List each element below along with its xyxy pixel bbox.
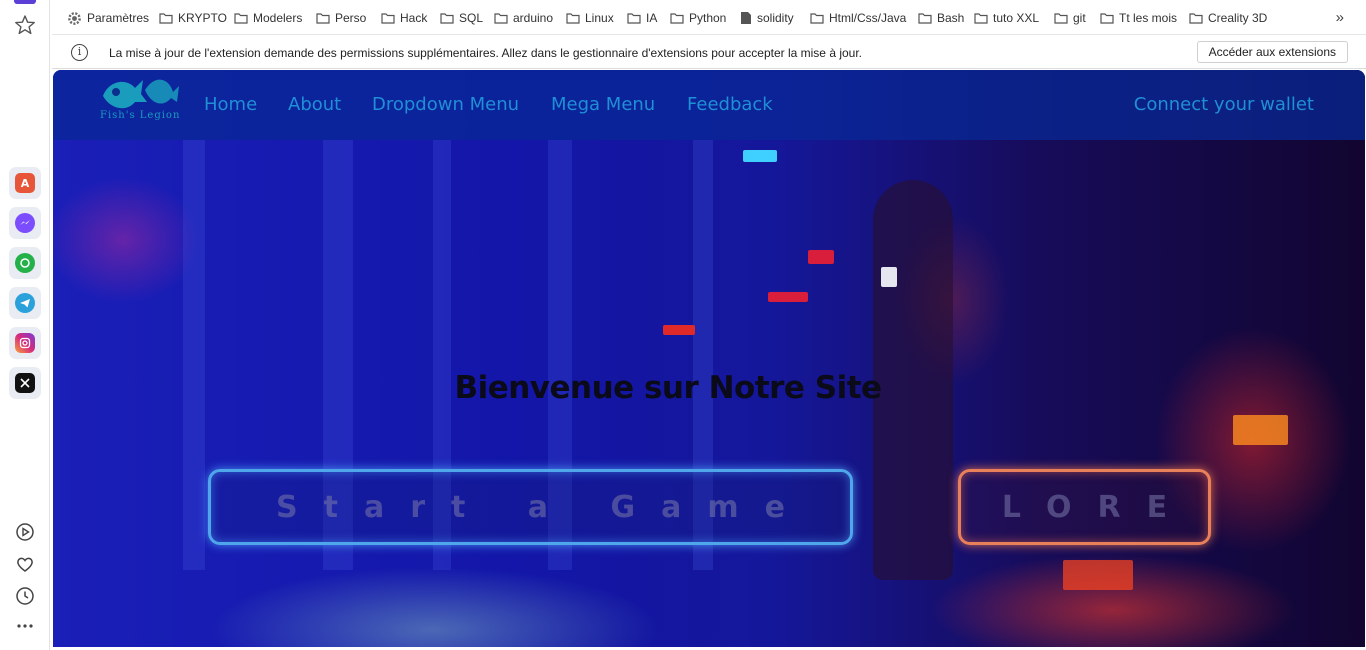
background-light <box>881 267 897 287</box>
lore-label: LORE <box>1001 489 1194 525</box>
folder-icon <box>974 13 988 24</box>
folder-icon <box>381 13 395 24</box>
folder-icon <box>810 13 824 24</box>
bookmark-label: git <box>1073 11 1086 25</box>
folder-icon <box>316 13 330 24</box>
bookmark-label: Html/Css/Java <box>829 11 907 25</box>
bookmark-label: tuto XXL <box>993 11 1040 25</box>
folder-icon <box>494 13 508 24</box>
infobar-message: La mise à jour de l'extension demande de… <box>109 46 863 60</box>
extension-infobar: i La mise à jour de l'extension demande … <box>52 36 1366 69</box>
info-icon: i <box>71 44 88 61</box>
folder-icon <box>1189 13 1203 24</box>
bookmark-folder[interactable]: Perso <box>316 10 366 26</box>
telegram-icon[interactable] <box>9 287 41 319</box>
logo-text: Fish's Legion <box>100 110 181 121</box>
folder-icon <box>627 13 641 24</box>
bookmark-label: Linux <box>585 11 614 25</box>
nav-home[interactable]: Home <box>204 94 257 115</box>
start-game-button[interactable]: Start a Game <box>208 469 853 545</box>
file-icon <box>741 12 751 24</box>
bookmark-label: Hack <box>400 11 428 25</box>
browser-sidebar: A <box>0 0 50 650</box>
bookmark-parametres[interactable]: Paramètres <box>67 10 149 26</box>
bookmarks-bar: Paramètres KRYPTO Modelers Perso Hack SQ… <box>52 0 1366 35</box>
bookmark-folder[interactable]: arduino <box>494 10 553 26</box>
background-fish <box>768 292 808 302</box>
gear-icon <box>68 11 81 25</box>
folder-icon <box>670 13 684 24</box>
folder-icon <box>159 13 173 24</box>
x-icon[interactable] <box>9 367 41 399</box>
site-navbar: Fish's Legion Home About Dropdown Menu M… <box>53 70 1365 140</box>
nav-mega-menu[interactable]: Mega Menu <box>551 94 655 115</box>
bookmark-folder[interactable]: Linux <box>566 10 614 26</box>
bookmark-folder[interactable]: git <box>1054 10 1086 26</box>
folder-icon <box>918 13 932 24</box>
bookmark-folder[interactable]: Python <box>670 10 726 26</box>
bookmark-label: Paramètres <box>87 11 150 25</box>
background-fish <box>743 150 777 162</box>
bookmark-folder[interactable]: KRYPTO <box>159 10 227 26</box>
history-icon[interactable] <box>14 585 36 607</box>
star-icon[interactable] <box>14 14 36 36</box>
bookmark-folder[interactable]: Modelers <box>234 10 302 26</box>
bookmark-label: Creality 3D <box>1208 11 1268 25</box>
folder-icon <box>1100 13 1114 24</box>
background-fire <box>1233 415 1288 445</box>
start-game-label: Start a Game <box>276 489 811 525</box>
more-icon[interactable] <box>14 615 36 637</box>
bookmark-label: Tt les mois <box>1119 11 1178 25</box>
bookmark-label: IA <box>646 11 658 25</box>
bookmark-folder[interactable]: tuto XXL <box>974 10 1039 26</box>
bookmark-label: KRYPTO <box>178 11 227 25</box>
background-fire <box>1063 560 1133 590</box>
bookmark-label: SQL <box>459 11 484 25</box>
folder-icon <box>234 13 248 24</box>
bookmark-solidity[interactable]: solidity <box>740 10 794 26</box>
bookmark-label: Modelers <box>253 11 303 25</box>
heart-icon[interactable] <box>14 553 36 575</box>
bookmarks-overflow-chevron-icon[interactable]: » <box>1336 9 1344 26</box>
active-indicator <box>14 0 36 4</box>
lore-button[interactable]: LORE <box>958 469 1211 545</box>
bookmark-label: Python <box>689 11 727 25</box>
hero-title: Bienvenue sur Notre Site <box>454 370 882 406</box>
bookmark-label: solidity <box>757 11 794 25</box>
bookmark-folder[interactable]: Creality 3D <box>1189 10 1267 26</box>
nav-about[interactable]: About <box>288 94 341 115</box>
background-streak <box>183 140 205 570</box>
bookmark-folder[interactable]: SQL <box>440 10 483 26</box>
bookmark-label: Perso <box>335 11 367 25</box>
connect-wallet-link[interactable]: Connect your wallet <box>1134 94 1314 115</box>
play-icon[interactable] <box>14 521 36 543</box>
nav-feedback[interactable]: Feedback <box>687 94 773 115</box>
instagram-icon[interactable] <box>9 327 41 359</box>
webpage: Fish's Legion Home About Dropdown Menu M… <box>53 70 1365 647</box>
folder-icon <box>440 13 454 24</box>
background-fish <box>808 250 834 264</box>
background-fish <box>663 325 695 335</box>
bookmark-folder[interactable]: IA <box>627 10 657 26</box>
nav-dropdown-menu[interactable]: Dropdown Menu <box>372 94 519 115</box>
messenger-icon[interactable] <box>9 207 41 239</box>
bookmark-folder[interactable]: Hack <box>381 10 427 26</box>
open-extensions-button[interactable]: Accéder aux extensions <box>1196 41 1348 63</box>
folder-icon <box>1054 13 1068 24</box>
bookmark-label: arduino <box>513 11 554 25</box>
bookmark-label: Bash <box>937 11 965 25</box>
bookmark-folder[interactable]: Bash <box>918 10 964 26</box>
bookmark-folder[interactable]: Tt les mois <box>1100 10 1177 26</box>
whatsapp-icon[interactable] <box>9 247 41 279</box>
bookmark-folder[interactable]: Html/Css/Java <box>810 10 906 26</box>
folder-icon <box>566 13 580 24</box>
aria-icon[interactable]: A <box>9 167 41 199</box>
